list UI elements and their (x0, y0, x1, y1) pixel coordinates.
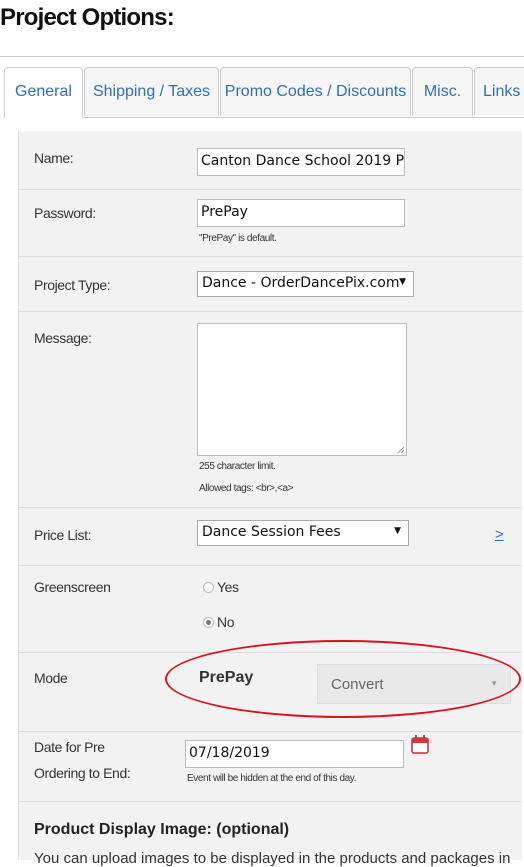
price-list-select[interactable]: Dance Session Fees ▼ (197, 520, 409, 546)
divider (0, 56, 524, 57)
radio-selected-icon (203, 616, 214, 628)
price-list-link[interactable]: > (495, 526, 504, 543)
radio-icon (203, 581, 214, 593)
name-row: Name: Canton Dance School 2019 Prep (19, 131, 522, 190)
greenscreen-no-radio[interactable]: No (203, 614, 235, 630)
price-list-label: Price List: (34, 527, 92, 543)
greenscreen-label: Greenscreen (34, 579, 111, 595)
tab-misc[interactable]: Misc. (412, 67, 473, 116)
password-hint: "PrePay" is default. (199, 233, 277, 244)
message-textarea[interactable] (197, 323, 407, 456)
mode-label: Mode (34, 670, 68, 686)
message-row: Message: 255 character limit. Allowed ta… (19, 311, 522, 508)
password-label: Password: (34, 205, 96, 221)
date-label-line2: Ordering to End: (34, 765, 131, 781)
message-limit-hint: 255 character limit. (199, 461, 276, 472)
name-input[interactable]: Canton Dance School 2019 Prep (197, 148, 405, 176)
greenscreen-yes-label: Yes (217, 579, 239, 595)
greenscreen-no-label: No (217, 614, 235, 630)
name-label: Name: (34, 150, 74, 166)
date-hint: Event will be hidden at the end of this … (187, 773, 357, 784)
date-input[interactable]: 07/18/2019 (185, 740, 404, 768)
message-label: Message: (34, 330, 92, 346)
tab-shipping-taxes[interactable]: Shipping / Taxes (84, 67, 219, 116)
date-label-line1: Date for Pre (34, 739, 105, 755)
project-type-row: Project Type: Dance - OrderDancePix.com … (19, 256, 522, 312)
message-tags-hint: Allowed tags: <br>,<a> (199, 483, 294, 494)
tab-promo-codes[interactable]: Promo Codes / Discounts (220, 67, 411, 116)
resize-handle-icon[interactable] (397, 446, 405, 454)
general-panel: Name: Canton Dance School 2019 Prep Pass… (18, 131, 522, 867)
calendar-icon[interactable] (411, 734, 429, 754)
greenscreen-yes-radio[interactable]: Yes (203, 579, 239, 595)
password-input[interactable]: PrePay (197, 199, 405, 227)
password-row: Password: PrePay "PrePay" is default. (19, 189, 522, 257)
chevron-down-icon: ▼ (399, 277, 406, 287)
product-image-text: You can upload images to be displayed in… (34, 850, 511, 867)
product-image-heading: Product Display Image: (optional) (34, 821, 290, 838)
project-type-value: Dance - OrderDancePix.com (202, 275, 400, 291)
project-type-select[interactable]: Dance - OrderDancePix.com ▼ (197, 271, 414, 297)
price-list-row: Price List: Dance Session Fees ▼ > (19, 507, 522, 566)
page-title: Project Options: (0, 4, 175, 31)
tab-bar: General Shipping / Taxes Promo Codes / D… (4, 67, 524, 118)
chevron-down-icon: ▼ (394, 526, 401, 536)
price-list-value: Dance Session Fees (202, 524, 341, 540)
project-type-label: Project Type: (34, 277, 111, 293)
date-row: Date for Pre Ordering to End: 07/18/2019… (19, 731, 522, 802)
tab-general[interactable]: General (4, 67, 83, 118)
tab-links[interactable]: Links (474, 67, 524, 115)
highlight-annotation (165, 640, 521, 718)
greenscreen-row: Greenscreen Yes No (19, 565, 522, 653)
